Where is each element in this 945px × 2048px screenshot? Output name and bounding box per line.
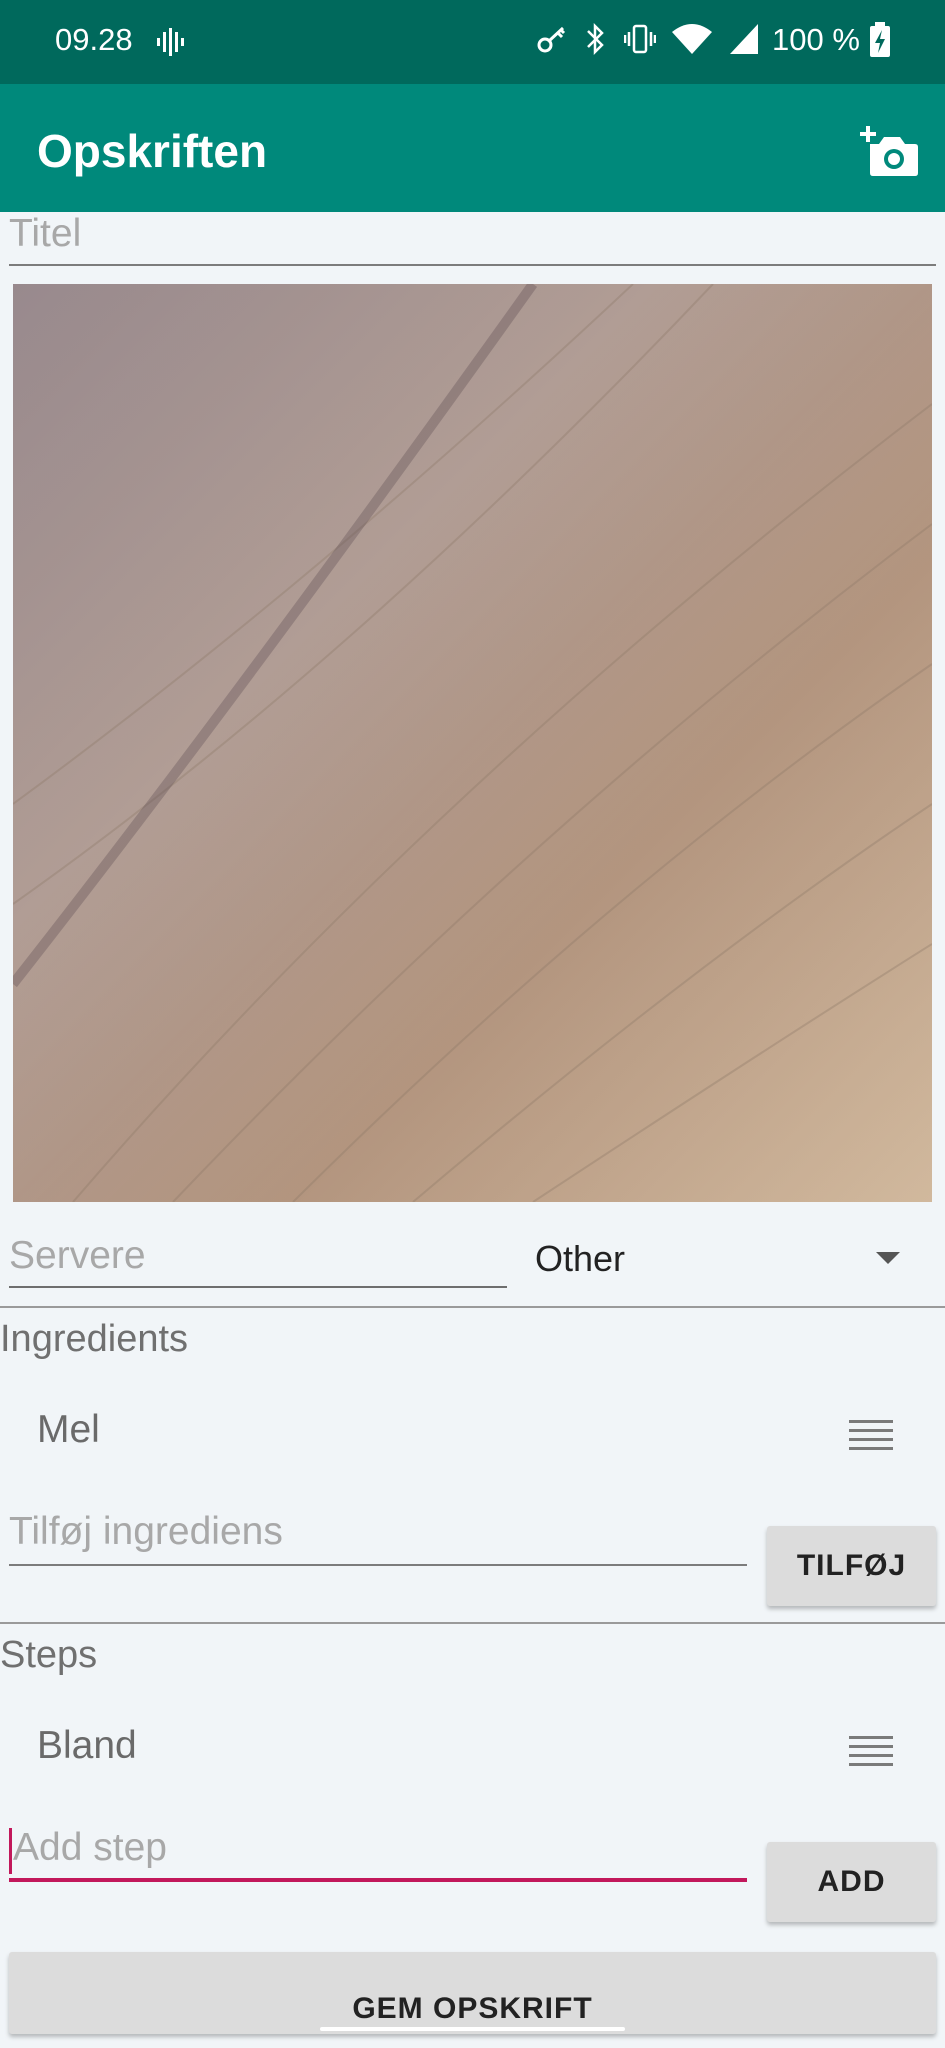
status-time: 09.28 <box>55 22 133 57</box>
vpn-key-icon <box>536 23 568 60</box>
save-recipe-button[interactable]: GEM OPSKRIFT <box>9 1952 936 2034</box>
category-dropdown[interactable]: Other <box>520 1230 920 1288</box>
drag-handle-icon[interactable] <box>849 1736 893 1768</box>
title-input[interactable]: Titel <box>9 212 936 266</box>
signal-icon <box>728 22 760 61</box>
divider <box>0 1622 945 1624</box>
ingredient-item[interactable]: Mel <box>0 1394 945 1484</box>
title-placeholder: Titel <box>9 212 82 255</box>
add-ingredient-button[interactable]: TILFØJ <box>767 1526 936 1606</box>
battery-percent: 100 % <box>772 22 860 57</box>
category-value: Other <box>535 1238 626 1279</box>
text-caret <box>9 1828 12 1874</box>
status-icons <box>536 22 760 61</box>
steps-label: Steps <box>0 1634 98 1676</box>
ingredient-input[interactable]: Tilføj ingrediens <box>9 1504 747 1566</box>
app-bar: Opskriften <box>0 84 945 212</box>
servings-placeholder: Servere <box>9 1234 146 1277</box>
ingredient-input-placeholder: Tilføj ingrediens <box>9 1510 283 1553</box>
status-bar: 09.28 100 % <box>0 0 945 84</box>
ingredients-label: Ingredients <box>0 1318 189 1360</box>
servings-input[interactable]: Servere <box>9 1230 507 1288</box>
app-title: Opskriften <box>37 125 268 177</box>
drag-handle-icon[interactable] <box>849 1420 893 1452</box>
step-item[interactable]: Bland <box>0 1710 945 1800</box>
battery-charging-icon <box>869 22 891 63</box>
step-input[interactable]: Add step <box>9 1820 747 1882</box>
bluetooth-icon <box>582 22 610 61</box>
recipe-photo[interactable] <box>13 284 932 1202</box>
divider <box>0 1306 945 1308</box>
step-input-placeholder: Add step <box>13 1826 167 1869</box>
add-step-button[interactable]: ADD <box>767 1842 936 1922</box>
dropdown-arrow-icon <box>876 1252 900 1264</box>
wifi-icon <box>670 22 714 61</box>
assistant-icon <box>154 24 190 65</box>
step-text: Bland <box>37 1724 137 1767</box>
gesture-nav-bar[interactable] <box>320 2027 625 2031</box>
ingredient-text: Mel <box>37 1408 100 1451</box>
vibrate-icon <box>623 22 657 61</box>
add-photo-icon[interactable] <box>860 124 920 178</box>
